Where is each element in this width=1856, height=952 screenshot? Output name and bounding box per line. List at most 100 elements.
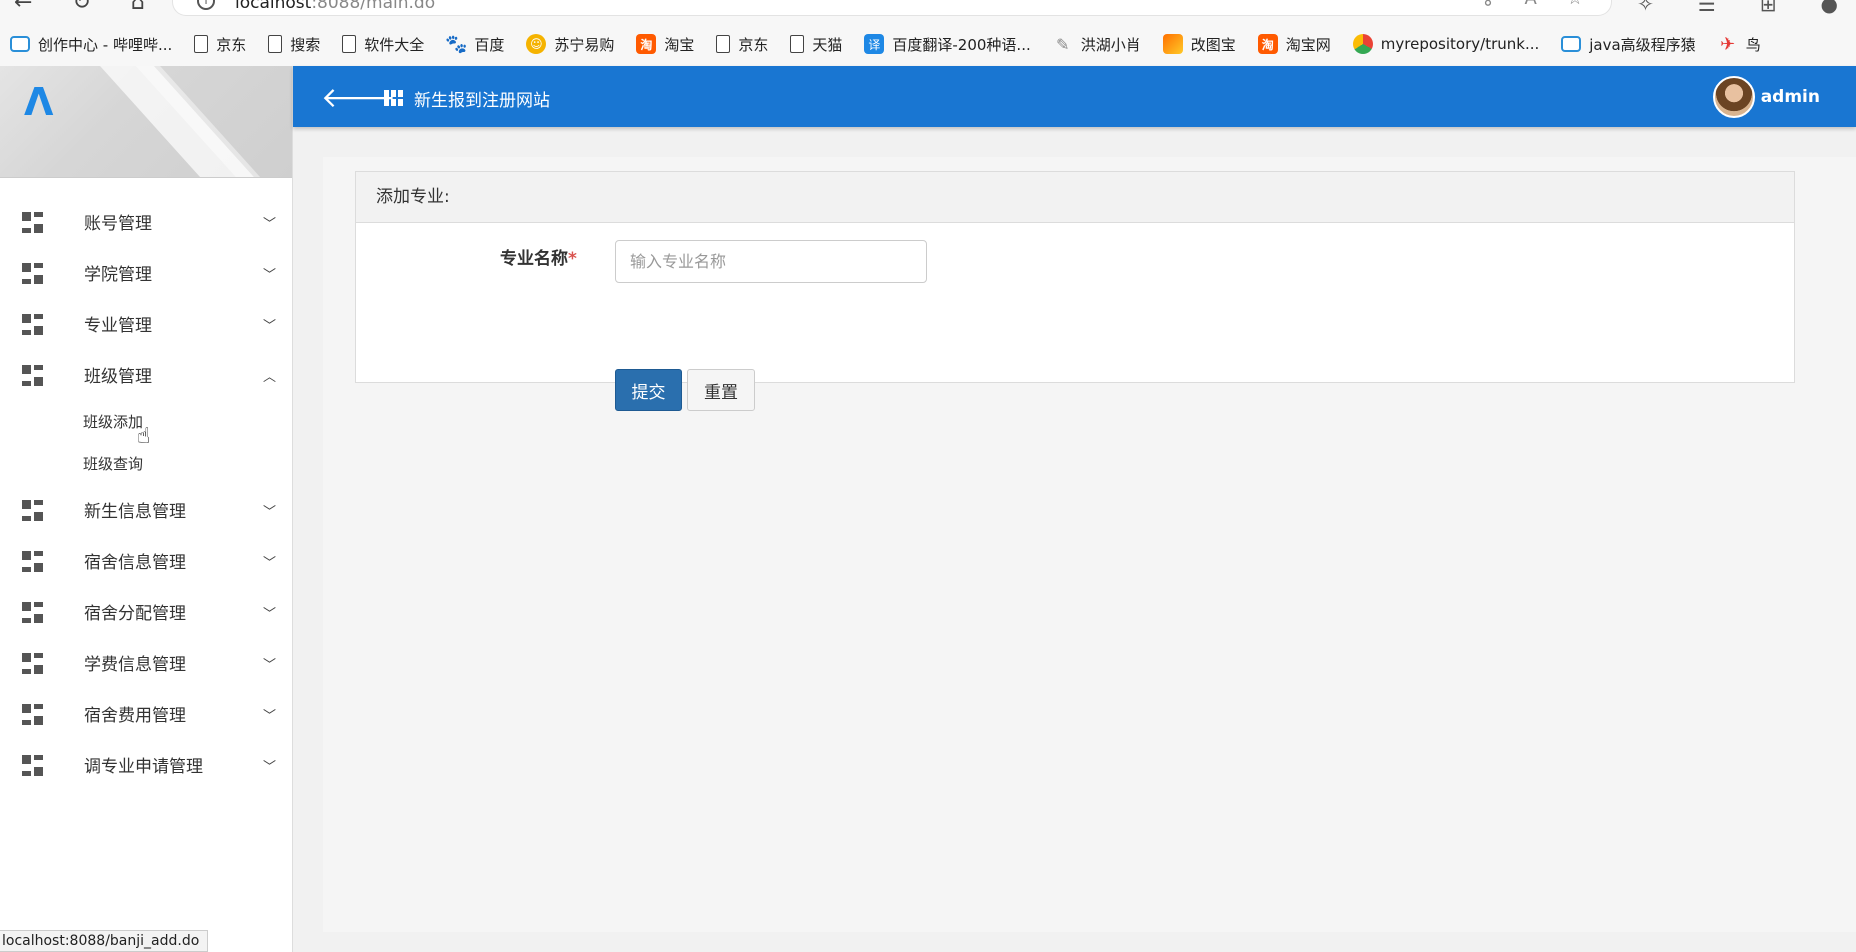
major-name-label: 专业名称*	[500, 249, 577, 269]
sidebar-item[interactable]: 班级管理 ︿	[0, 349, 292, 400]
dashboard-icon	[22, 313, 44, 335]
sidebar-item[interactable]: 账号管理 ﹀	[0, 196, 292, 247]
chevron-down-icon: ﹀	[262, 268, 276, 283]
page-icon	[268, 35, 283, 53]
favorite-add-icon[interactable]: ☆	[1567, 0, 1583, 9]
bookmark-label: myrepository/trunk...	[1380, 35, 1540, 53]
sidebar-item-label: 宿舍分配管理	[84, 604, 186, 624]
address-url[interactable]: localhost:8088/main.do	[235, 0, 435, 13]
top-bar: 🡐 新生报到注册网站 admin	[293, 66, 1856, 127]
taobao-icon: 淘	[1257, 34, 1278, 54]
username[interactable]: admin	[1761, 87, 1820, 107]
avatar[interactable]	[1712, 76, 1755, 118]
profile-icon[interactable]: ●	[1821, 0, 1838, 16]
chrome-icon	[1352, 34, 1373, 54]
browser-home-icon[interactable]: ⌂	[131, 0, 145, 15]
bookmark-item[interactable]: 搜索	[268, 34, 320, 55]
bird-icon: ✎	[1056, 34, 1070, 54]
mouse-cursor-icon: ☝	[137, 424, 151, 449]
sidebar-item-label: 新生信息管理	[84, 502, 186, 522]
bookmark-label: 百度翻译-200种语...	[892, 35, 1031, 54]
bookmark-label: 创作中心 - 哔哩哔...	[38, 35, 173, 54]
bookmark-item[interactable]: 天猫	[790, 34, 842, 55]
grid-icon	[384, 89, 404, 108]
dashboard-icon	[22, 652, 44, 674]
browser-toolbar: ← ↻ ⌂ i localhost:8088/main.do ⚷ A ☆ ✧ ☰…	[0, 0, 1856, 66]
dashboard-icon	[22, 262, 44, 284]
sidebar-item[interactable]: 学费信息管理 ﹀	[0, 637, 292, 688]
bookmark-label: 搜索	[290, 35, 321, 54]
chevron-down-icon: ﹀	[262, 217, 276, 232]
bookmark-item[interactable]: myrepository/trunk...	[1352, 34, 1540, 54]
browser-refresh-icon[interactable]: ↻	[72, 0, 90, 15]
collections-icon[interactable]: ⊞	[1760, 0, 1777, 16]
user-menu[interactable]: admin	[1712, 76, 1820, 118]
sidebar-item-label: 账号管理	[84, 214, 152, 234]
bookmark-item[interactable]: 译百度翻译-200种语...	[864, 34, 1031, 55]
bookmark-label: 京东	[738, 35, 769, 54]
sidebar-item-label: 调专业申请管理	[84, 757, 203, 777]
dashboard-icon	[22, 703, 44, 725]
chevron-down-icon: ﹀	[262, 709, 276, 724]
sidebar-item-label: 班级管理	[84, 367, 152, 387]
browser-nav-buttons: ← ↻ ⌂	[14, 0, 145, 15]
bookmark-item[interactable]: 🐾 百度	[445, 34, 504, 55]
dashboard-icon	[22, 754, 44, 776]
chevron-down-icon: ﹀	[262, 319, 276, 334]
bookmark-label: 天猫	[812, 35, 843, 54]
chevron-down-icon: ﹀	[262, 760, 276, 775]
bookmark-label: 苏宁易购	[554, 35, 615, 54]
browser-back-icon[interactable]: ←	[14, 0, 32, 15]
site-info-icon[interactable]: i	[197, 0, 215, 10]
bookmark-label: 京东	[216, 35, 247, 54]
taobao-icon: 淘	[636, 34, 657, 54]
required-mark: *	[568, 249, 577, 269]
site-title-text: 新生报到注册网站	[414, 91, 550, 111]
sidebar-item[interactable]: 学院管理 ﹀	[0, 247, 292, 298]
major-name-input[interactable]	[615, 240, 927, 283]
bookmark-item[interactable]: ✎ 洪湖小肖	[1053, 34, 1141, 55]
reset-button[interactable]: 重置	[687, 369, 755, 411]
bilibili-icon	[10, 36, 30, 52]
bookmark-item[interactable]: ✈ 鸟	[1718, 34, 1761, 55]
bookmark-item[interactable]: 创作中心 - 哔哩哔...	[10, 34, 172, 55]
bookmark-item[interactable]: 改图宝	[1162, 34, 1236, 55]
chevron-up-icon: ︿	[262, 370, 276, 385]
page-icon	[716, 35, 731, 53]
gaitubao-icon	[1162, 34, 1183, 54]
bookmark-item[interactable]: 京东	[194, 34, 246, 55]
bookmark-item[interactable]: 软件大全	[342, 34, 424, 55]
chevron-down-icon: ﹀	[262, 505, 276, 520]
sidebar-item-label: 宿舍费用管理	[84, 706, 186, 726]
main-content: 添加专业: 专业名称* 提交 重置	[323, 157, 1856, 932]
sidebar-menu: 账号管理 ﹀ 学院管理 ﹀ 专业管理 ﹀ 班级管理 ︿ 班级添加 班级查询 新生信息管理 ﹀ 宿舍信息管…	[0, 178, 292, 790]
dashboard-icon	[22, 601, 44, 623]
address-bar[interactable]: i localhost:8088/main.do ⚷ A ☆	[172, 0, 1612, 16]
sidebar-item-label: 宿舍信息管理	[84, 553, 186, 573]
sidebar-item[interactable]: 新生信息管理 ﹀	[0, 484, 292, 535]
key-icon[interactable]: ⚷	[1481, 0, 1494, 9]
site-title: 新生报到注册网站	[384, 86, 550, 111]
address-bar-icons: ⚷ A ☆	[1481, 0, 1583, 9]
sidebar-item[interactable]: 调专业申请管理 ﹀	[0, 739, 292, 790]
bookmark-item[interactable]: ☺ 苏宁易购	[526, 34, 614, 55]
bookmark-item[interactable]: 淘淘宝网	[1257, 34, 1331, 55]
bookmark-item[interactable]: 京东	[716, 34, 768, 55]
app-logo-icon[interactable]: Λ	[24, 80, 53, 124]
bookmark-item[interactable]: 淘淘宝	[636, 34, 694, 55]
favorites-icon[interactable]: ☰	[1698, 0, 1716, 16]
submit-button[interactable]: 提交	[615, 369, 682, 411]
sidebar-logo-area: Λ	[0, 66, 292, 178]
read-aloud-icon[interactable]: A	[1525, 0, 1537, 9]
dashboard-icon	[22, 550, 44, 572]
sidebar-item-label: 学费信息管理	[84, 655, 186, 675]
dashboard-icon	[22, 499, 44, 521]
sidebar-item[interactable]: 宿舍分配管理 ﹀	[0, 586, 292, 637]
sidebar-item[interactable]: 宿舍费用管理 ﹀	[0, 688, 292, 739]
sidebar-item[interactable]: 宿舍信息管理 ﹀	[0, 535, 292, 586]
translate-icon: 译	[864, 34, 885, 54]
bookmark-label: 改图宝	[1190, 35, 1236, 54]
sidebar-item[interactable]: 专业管理 ﹀	[0, 298, 292, 349]
extensions-icon[interactable]: ✧	[1637, 0, 1654, 16]
bookmark-item[interactable]: java高级程序猿	[1561, 34, 1696, 55]
